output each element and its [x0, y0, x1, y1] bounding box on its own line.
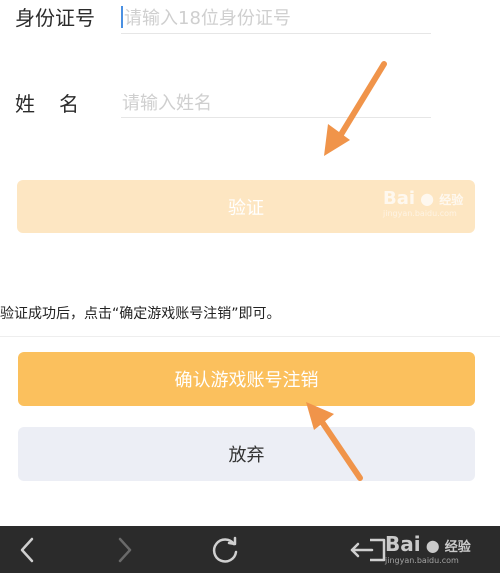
name-input[interactable]: 请输入姓名 — [122, 89, 212, 115]
paw-icon: ● — [425, 536, 440, 555]
forward-icon — [118, 537, 132, 562]
refresh-button[interactable] — [205, 526, 245, 573]
exit-button[interactable] — [345, 526, 390, 573]
confirm-button-label: 确认游戏账号注销 — [174, 370, 319, 391]
exit-icon — [350, 538, 385, 561]
arrow-annotation-icon — [324, 61, 387, 156]
verify-button-label: 验证 — [228, 197, 264, 219]
baidu-watermark-nav: Bai ● 经验 jingyan.baidu.com — [385, 532, 471, 565]
back-button[interactable] — [10, 526, 44, 573]
watermark-text-nav: Bai — [385, 532, 421, 556]
watermark-sub-nav: jingyan.baidu.com — [385, 556, 459, 565]
watermark-sub: jingyan.baidu.com — [383, 209, 457, 218]
text-caret — [121, 6, 123, 28]
arrow-annotation-icon — [306, 402, 363, 481]
watermark-suffix-nav: 经验 — [444, 540, 471, 555]
id-number-label: 身份证号 — [15, 6, 95, 30]
watermark-suffix: 经验 — [439, 193, 464, 207]
id-number-input-underline — [121, 33, 431, 34]
refresh-icon — [212, 536, 238, 563]
instruction-text: 验证成功后，点击“确定游戏账号注销”即可。 — [0, 306, 281, 322]
give-up-button[interactable]: 放弃 — [18, 427, 475, 481]
watermark-text: Bai — [383, 188, 416, 209]
forward-button[interactable] — [108, 526, 142, 573]
name-label: 姓 名 — [15, 92, 81, 116]
paw-icon: ● — [420, 189, 435, 208]
back-icon — [20, 537, 34, 562]
divider — [0, 336, 500, 337]
baidu-watermark: Bai ● 经验 jingyan.baidu.com — [383, 188, 463, 218]
confirm-cancel-account-button[interactable]: 确认游戏账号注销 — [18, 352, 475, 406]
give-up-button-label: 放弃 — [228, 445, 265, 466]
bottom-nav-bar: Bai ● 经验 jingyan.baidu.com — [0, 526, 500, 573]
id-number-input[interactable]: 请输入18位身份证号 — [124, 4, 291, 30]
